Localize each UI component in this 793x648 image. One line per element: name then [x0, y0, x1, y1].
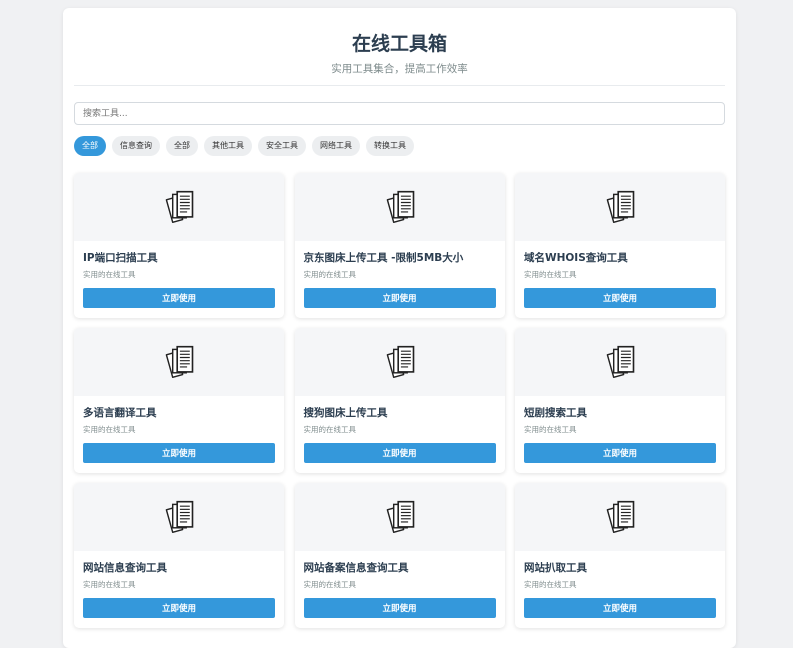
- category-filters: 全部 信息查询 全部 其他工具 安全工具 网络工具 转换工具: [74, 136, 414, 156]
- tool-card: 短剧搜索工具 实用的在线工具 立即使用: [515, 328, 725, 473]
- tool-grid: IP端口扫描工具 实用的在线工具 立即使用 京东图床上传工具 -限制5MB大小 …: [74, 173, 725, 628]
- tool-description: 实用的在线工具: [303, 270, 357, 279]
- filter-chip[interactable]: 安全工具: [258, 136, 306, 156]
- filter-chip[interactable]: 其他工具: [204, 136, 252, 156]
- tool-description: 实用的在线工具: [83, 425, 136, 434]
- tool-title: 京东图床上传工具 -限制5MB大小: [303, 252, 464, 264]
- page-header: 在线工具箱 实用工具集合，提高工作效率: [63, 8, 736, 76]
- tool-title: 多语言翻译工具: [83, 407, 157, 419]
- tool-card: IP端口扫描工具 实用的在线工具 立即使用: [74, 173, 284, 318]
- use-now-button[interactable]: 立即使用: [524, 598, 716, 618]
- tool-title: 域名WHOIS查询工具: [524, 252, 628, 264]
- tool-card: 域名WHOIS查询工具 实用的在线工具 立即使用: [515, 173, 725, 318]
- tool-description: 实用的在线工具: [524, 270, 577, 279]
- documents-icon: [606, 190, 635, 224]
- filter-chip[interactable]: 信息查询: [112, 136, 160, 156]
- tool-card: 网站备案信息查询工具 实用的在线工具 立即使用: [294, 483, 505, 628]
- tool-description: 实用的在线工具: [303, 580, 357, 589]
- page-title: 在线工具箱: [351, 33, 447, 55]
- search-input[interactable]: [74, 102, 725, 125]
- tool-panel: 在线工具箱 实用工具集合，提高工作效率 全部信息查询全部其他工具安全工具网络工具…: [63, 8, 736, 648]
- use-now-button[interactable]: 立即使用: [303, 598, 496, 618]
- tool-description: 实用的在线工具: [524, 425, 577, 434]
- filter-chip[interactable]: 转换工具: [366, 136, 414, 156]
- tool-card: 网站信息查询工具 实用的在线工具 立即使用: [74, 483, 284, 628]
- use-now-button[interactable]: 立即使用: [83, 443, 275, 463]
- filter-chip[interactable]: 网络工具: [312, 136, 360, 156]
- documents-icon: [386, 345, 414, 379]
- tool-thumbnail: [294, 173, 505, 241]
- documents-icon: [386, 500, 414, 534]
- page-subtitle: 实用工具集合，提高工作效率: [331, 63, 468, 75]
- documents-icon: [165, 190, 194, 224]
- tool-description: 实用的在线工具: [83, 580, 136, 589]
- tool-thumbnail: [294, 483, 505, 551]
- documents-icon: [606, 345, 635, 379]
- tool-title: 网站备案信息查询工具: [303, 562, 409, 574]
- tool-thumbnail: [515, 483, 725, 551]
- use-now-button[interactable]: 立即使用: [83, 598, 275, 618]
- tool-title: 搜狗图床上传工具: [303, 407, 388, 419]
- tool-card: 多语言翻译工具 实用的在线工具 立即使用: [74, 328, 284, 473]
- tool-title: 网站扒取工具: [524, 562, 587, 574]
- use-now-button[interactable]: 立即使用: [524, 443, 716, 463]
- tool-title: 短剧搜索工具: [524, 407, 587, 419]
- tool-description: 实用的在线工具: [524, 580, 577, 589]
- tool-thumbnail: [74, 328, 284, 396]
- documents-icon: [165, 500, 194, 534]
- use-now-button[interactable]: 立即使用: [303, 443, 496, 463]
- tool-thumbnail: [74, 173, 284, 241]
- filter-chip[interactable]: 全部: [166, 136, 198, 156]
- filter-chip[interactable]: 全部: [74, 136, 106, 156]
- use-now-button[interactable]: 立即使用: [524, 288, 716, 308]
- tool-title: IP端口扫描工具: [83, 252, 158, 264]
- tool-thumbnail: [515, 173, 725, 241]
- header-divider: [74, 85, 725, 86]
- tool-description: 实用的在线工具: [83, 270, 136, 279]
- tool-thumbnail: [515, 328, 725, 396]
- tool-card: 京东图床上传工具 -限制5MB大小 实用的在线工具 立即使用: [294, 173, 505, 318]
- documents-icon: [386, 190, 414, 224]
- tool-title: 网站信息查询工具: [83, 562, 167, 574]
- documents-icon: [165, 345, 194, 379]
- tool-description: 实用的在线工具: [303, 425, 357, 434]
- documents-icon: [606, 500, 635, 534]
- use-now-button[interactable]: 立即使用: [303, 288, 496, 308]
- tool-card: 搜狗图床上传工具 实用的在线工具 立即使用: [294, 328, 505, 473]
- tool-card: 网站扒取工具 实用的在线工具 立即使用: [515, 483, 725, 628]
- use-now-button[interactable]: 立即使用: [83, 288, 275, 308]
- tool-thumbnail: [294, 328, 505, 396]
- tool-thumbnail: [74, 483, 284, 551]
